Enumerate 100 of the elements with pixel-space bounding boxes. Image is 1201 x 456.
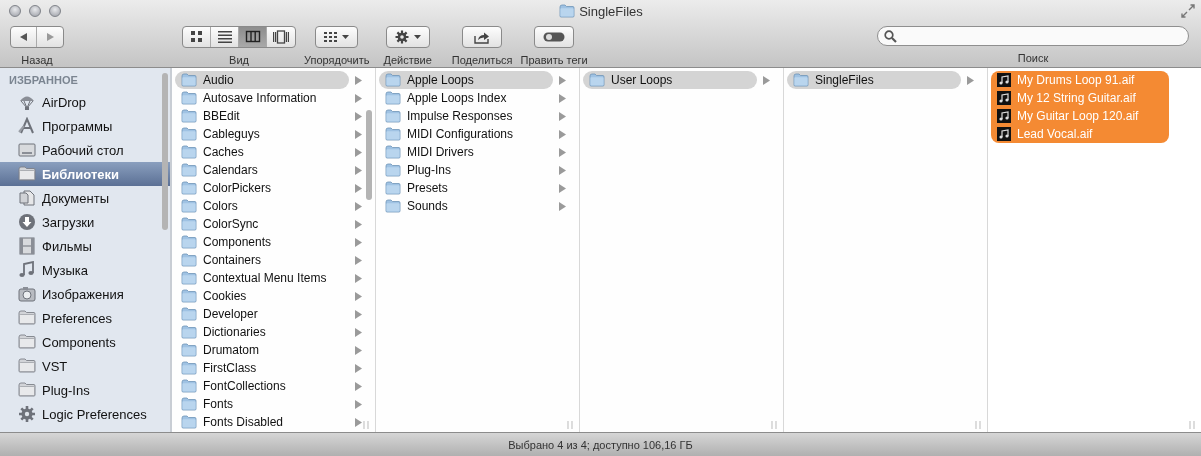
folder-item[interactable]: Calendars	[175, 161, 349, 179]
disclosure-arrow-icon[interactable]	[355, 363, 362, 373]
folder-item[interactable]: Presets	[379, 179, 553, 197]
sidebar-item[interactable]: Logic Preferences	[0, 402, 170, 426]
folder-item[interactable]: Fonts Disabled	[175, 413, 349, 431]
disclosure-arrow-icon[interactable]	[355, 111, 362, 121]
sidebar-item[interactable]: Документы	[0, 186, 170, 210]
folder-item[interactable]: Drumatom	[175, 341, 349, 359]
folder-icon	[18, 357, 36, 375]
disclosure-arrow-icon[interactable]	[355, 201, 362, 211]
sidebar-item[interactable]: Preferences	[0, 306, 170, 330]
folder-item[interactable]: Fonts	[175, 395, 349, 413]
icon-grid-icon	[188, 30, 205, 44]
disclosure-arrow-icon[interactable]	[559, 183, 566, 193]
disclosure-arrow-icon[interactable]	[355, 399, 362, 409]
disclosure-arrow-icon[interactable]	[355, 129, 362, 139]
folder-item[interactable]: Containers	[175, 251, 349, 269]
disclosure-arrow-icon[interactable]	[355, 381, 362, 391]
sidebar-item[interactable]: Рабочий стол	[0, 138, 170, 162]
resize-handle-icon[interactable]	[567, 421, 573, 429]
sidebar-item[interactable]: Программы	[0, 114, 170, 138]
sidebar-item[interactable]: Фильмы	[0, 234, 170, 258]
folder-item[interactable]: Apple Loops Index	[379, 89, 553, 107]
disclosure-arrow-icon[interactable]	[355, 237, 362, 247]
disclosure-arrow-icon[interactable]	[763, 75, 770, 85]
resize-handle-icon[interactable]	[1189, 421, 1195, 429]
sidebar-item[interactable]: Музыка	[0, 258, 170, 282]
resize-handle-icon[interactable]	[975, 421, 981, 429]
disclosure-arrow-icon[interactable]	[355, 417, 362, 427]
sidebar-item[interactable]: Загрузки	[0, 210, 170, 234]
arrange-button[interactable]	[315, 26, 359, 48]
disclosure-arrow-icon[interactable]	[355, 327, 362, 337]
disclosure-arrow-icon[interactable]	[355, 273, 362, 283]
folder-item[interactable]: ColorPickers	[175, 179, 349, 197]
disclosure-arrow-icon[interactable]	[559, 129, 566, 139]
action-button[interactable]	[385, 26, 430, 48]
disclosure-arrow-icon[interactable]	[559, 75, 566, 85]
disclosure-arrow-icon[interactable]	[355, 291, 362, 301]
folder-item[interactable]: MIDI Configurations	[379, 125, 553, 143]
window-control[interactable]	[29, 5, 41, 17]
disclosure-arrow-icon[interactable]	[967, 75, 974, 85]
toolbar-label: Поиск	[1017, 52, 1049, 64]
sidebar-item[interactable]: Plug-Ins	[0, 378, 170, 402]
folder-item[interactable]: Contextual Menu Items	[175, 269, 349, 287]
disclosure-arrow-icon[interactable]	[559, 147, 566, 157]
folder-item[interactable]: Developer	[175, 305, 349, 323]
disclosure-arrow-icon[interactable]	[559, 165, 566, 175]
navigation-control[interactable]	[10, 26, 64, 48]
folder-item[interactable]: SingleFiles	[787, 71, 961, 89]
folder-item[interactable]: Cookies	[175, 287, 349, 305]
disclosure-arrow-icon[interactable]	[355, 93, 362, 103]
folder-item[interactable]: Dictionaries	[175, 323, 349, 341]
folder-item[interactable]: MIDI Drivers	[379, 143, 553, 161]
folder-icon	[385, 109, 401, 123]
view-mode-control[interactable]	[182, 26, 296, 48]
folder-item[interactable]: Sounds	[379, 197, 553, 215]
disclosure-arrow-icon[interactable]	[559, 201, 566, 211]
sidebar-item[interactable]: Библиотеки	[0, 162, 170, 186]
scrollbar-thumb[interactable]	[162, 73, 168, 230]
window-control[interactable]	[49, 5, 61, 17]
disclosure-arrow-icon[interactable]	[355, 183, 362, 193]
share-button[interactable]	[462, 26, 503, 48]
folder-item[interactable]: Components	[175, 233, 349, 251]
folder-item[interactable]: BBEdit	[175, 107, 349, 125]
folder-item[interactable]: Caches	[175, 143, 349, 161]
disclosure-arrow-icon[interactable]	[559, 93, 566, 103]
folder-item[interactable]: ColorSync	[175, 215, 349, 233]
disclosure-arrow-icon[interactable]	[355, 219, 362, 229]
disclosure-arrow-icon[interactable]	[559, 111, 566, 121]
sidebar-item[interactable]: AirDrop	[0, 90, 170, 114]
resize-handle-icon[interactable]	[771, 421, 777, 429]
disclosure-arrow-icon[interactable]	[355, 75, 362, 85]
folder-item[interactable]: Autosave Information	[175, 89, 349, 107]
disclosure-arrow-icon[interactable]	[355, 147, 362, 157]
folder-icon	[181, 397, 197, 411]
folder-item[interactable]: Cableguys	[175, 125, 349, 143]
folder-item[interactable]: User Loops	[583, 71, 757, 89]
folder-item[interactable]: FontCollections	[175, 377, 349, 395]
sidebar-item[interactable]: Components	[0, 330, 170, 354]
folder-item[interactable]: Impulse Responses	[379, 107, 553, 125]
disclosure-arrow-icon[interactable]	[355, 345, 362, 355]
cover-flow-icon	[273, 30, 289, 44]
disclosure-arrow-icon[interactable]	[355, 165, 362, 175]
window-control[interactable]	[9, 5, 21, 17]
sidebar-item[interactable]: Изображения	[0, 282, 170, 306]
search-field[interactable]	[877, 26, 1189, 46]
view-mode-button[interactable]	[239, 27, 267, 47]
resize-handle-icon[interactable]	[363, 421, 369, 429]
folder-item[interactable]: Audio	[175, 71, 349, 89]
sidebar-item[interactable]: VST	[0, 354, 170, 378]
fullscreen-icon[interactable]	[1181, 4, 1195, 18]
folder-item[interactable]: Plug-Ins	[379, 161, 553, 179]
disclosure-arrow-icon[interactable]	[355, 255, 362, 265]
tags-button[interactable]	[534, 26, 575, 48]
folder-item[interactable]: Colors	[175, 197, 349, 215]
disclosure-arrow-icon[interactable]	[355, 309, 362, 319]
monitor-icon	[18, 141, 36, 159]
folder-item[interactable]: FirstClass	[175, 359, 349, 377]
scrollbar-thumb[interactable]	[366, 110, 372, 200]
folder-item[interactable]: Apple Loops	[379, 71, 553, 89]
